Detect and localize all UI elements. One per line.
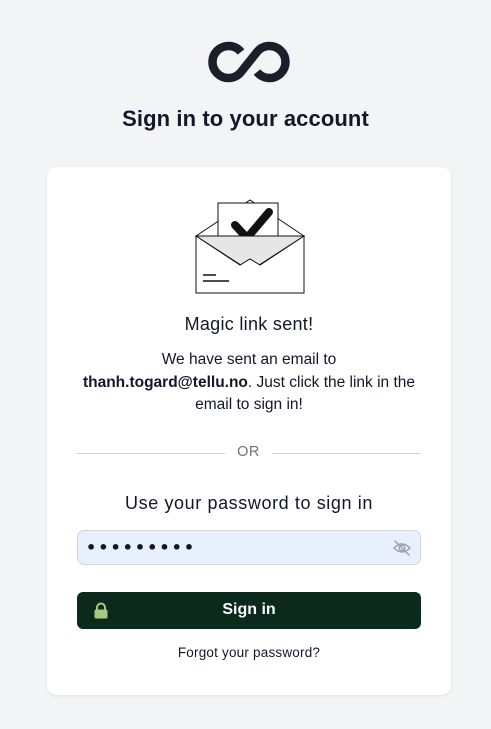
signin-card: Magic link sent! We have sent an email t… bbox=[47, 167, 451, 695]
divider-text: OR bbox=[237, 444, 260, 460]
envelope-check-icon bbox=[195, 199, 305, 294]
or-divider: OR bbox=[76, 443, 421, 463]
sign-in-label: Sign in bbox=[222, 601, 276, 618]
infinity-logo-icon bbox=[208, 41, 290, 83]
message-prefix: We have sent an email to bbox=[161, 351, 337, 368]
password-field bbox=[77, 530, 421, 565]
password-input[interactable] bbox=[78, 531, 378, 564]
password-heading: Use your password to sign in bbox=[125, 493, 373, 513]
page-title: Sign in to your account bbox=[122, 106, 369, 131]
sign-in-button[interactable]: Sign in bbox=[77, 592, 421, 629]
magic-link-message: We have sent an email to thanh.togard@te… bbox=[77, 349, 421, 417]
divider-line-right bbox=[272, 453, 421, 454]
magic-link-heading: Magic link sent! bbox=[184, 314, 314, 334]
forgot-password-link[interactable]: Forgot your password? bbox=[47, 645, 451, 660]
eye-off-icon[interactable] bbox=[392, 539, 412, 557]
email-address: thanh.togard@tellu.no bbox=[82, 373, 248, 391]
